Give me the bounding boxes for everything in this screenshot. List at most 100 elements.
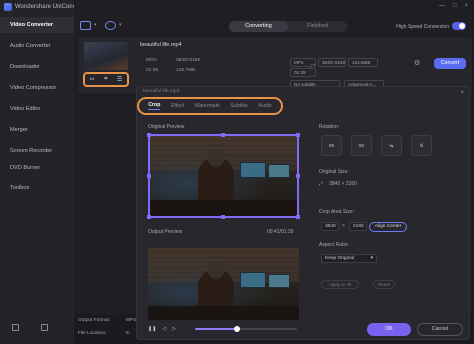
out-size: 124.5MB (348, 58, 378, 67)
scissors-icon[interactable]: ✂ (90, 76, 95, 83)
file-location-label: File Location: (78, 331, 107, 336)
tab-converting[interactable]: Converting (229, 21, 288, 32)
crop-handle[interactable] (221, 215, 225, 219)
add-file-icon[interactable] (80, 21, 91, 30)
out-duration: 01:39 (290, 68, 316, 77)
tab-audio[interactable]: Audio (258, 103, 271, 109)
load-dvd-icon[interactable] (105, 21, 116, 30)
output-preview (148, 248, 299, 320)
sidebar-item-dvd-burner[interactable]: DVD Burner (0, 160, 74, 176)
original-preview (147, 133, 300, 219)
convert-button[interactable]: Convert (434, 58, 466, 69)
chevron-down-icon: ▾ (370, 256, 373, 261)
maximize-icon[interactable]: □ (453, 3, 457, 9)
crop-area-label: Crop Area Size: (319, 209, 355, 215)
dialog-title: beautiful life.mp4 (143, 89, 180, 94)
aspect-ratio-select[interactable]: Keep Original ▾ (321, 254, 377, 263)
reset-button[interactable]: Reset (373, 280, 395, 289)
window-controls: — □ × (439, 3, 468, 9)
tab-effect[interactable]: Effect (171, 103, 184, 109)
resize-icon: ⤢ (319, 181, 324, 187)
crop-handle[interactable] (296, 133, 300, 137)
crop-frame[interactable] (148, 134, 299, 218)
app-logo-icon (4, 3, 12, 11)
align-center-button[interactable]: Align Center (369, 222, 407, 232)
scene-head (208, 262, 224, 279)
crop-handle[interactable] (221, 133, 225, 137)
next-frame-icon[interactable]: ▷ (172, 326, 176, 332)
video-thumbnail[interactable] (84, 42, 128, 70)
book-icon[interactable] (12, 324, 19, 331)
file-name: beautiful life.mp4 (140, 42, 182, 48)
apply-to-all-button[interactable]: Apply to All (321, 280, 359, 289)
high-speed-toggle[interactable] (452, 22, 466, 30)
aspect-ratio-value: Keep Original (325, 256, 355, 261)
sidebar-item-toolbox[interactable]: Toolbox (0, 180, 74, 196)
playback-time: 00:41/01:39 (267, 229, 294, 235)
sidebar-item-audio-converter[interactable]: Audio Converter (0, 38, 74, 54)
aspect-ratio-label: Aspect Ratio: (319, 242, 349, 248)
sidebar-item-merger[interactable]: Merger (0, 122, 74, 138)
original-size-label: Original Size: (319, 169, 349, 175)
close-icon[interactable]: × (464, 3, 468, 9)
edit-tabs: Crop Effect Watermark Subtitle Audio (137, 97, 283, 115)
playback-progress[interactable] (195, 326, 297, 332)
crop-handle[interactable] (296, 215, 300, 219)
crop-handle[interactable] (147, 174, 151, 178)
crop-width-input[interactable]: 3840 (321, 222, 339, 231)
edit-tools-highlight: ✂ ⌗ ☰ (83, 72, 129, 87)
rotation-label: Rotation: (319, 124, 340, 130)
crop-separator: × (342, 223, 345, 229)
cancel-button[interactable]: Cancel (417, 323, 463, 336)
rotate-left-icon: 90 (328, 143, 334, 148)
scene-desk (148, 306, 299, 320)
sidebar-item-screen-recorder[interactable]: Screen Recorder (0, 143, 74, 159)
rotate-right-button[interactable]: 90 (351, 135, 372, 156)
scene-monitor (240, 272, 266, 288)
play-pause-icon[interactable]: ❚❚ (148, 326, 156, 332)
scene-monitor (268, 274, 290, 288)
sidebar-footer (12, 324, 48, 331)
gear-icon[interactable]: ⚙ (414, 59, 420, 67)
flip-vertical-button[interactable]: ⇅ (411, 135, 432, 156)
rotate-left-button[interactable]: 90 (321, 135, 342, 156)
sidebar-item-video-compressor[interactable]: Video Compressor (0, 80, 74, 96)
crop-icon[interactable]: ⌗ (104, 76, 107, 83)
file-location-value[interactable]: E: (126, 331, 131, 336)
crop-handle[interactable] (296, 174, 300, 178)
sidebar-item-video-converter[interactable]: Video Converter (0, 17, 74, 33)
ok-button[interactable]: OK (367, 323, 411, 336)
original-preview-label: Original Preview (148, 124, 185, 130)
rotate-right-icon: 90 (358, 143, 364, 148)
sidebar-item-video-editor[interactable]: Video Editor (0, 101, 74, 117)
tab-finished[interactable]: Finished (288, 21, 347, 32)
out-format[interactable]: MP4 (290, 58, 316, 67)
user-icon[interactable] (41, 324, 48, 331)
prev-frame-icon[interactable]: ◁ (162, 326, 166, 332)
app-window: Wondershare UniConverter Video Converter… (0, 0, 474, 344)
crop-handle[interactable] (147, 215, 151, 219)
chevron-down-icon[interactable]: ▾ (94, 22, 97, 28)
sidebar: Wondershare UniConverter Video Converter… (0, 0, 88, 344)
edit-dialog: beautiful life.mp4 × Crop Effect Waterma… (136, 86, 470, 340)
sidebar-item-downloader[interactable]: Downloader (0, 59, 74, 75)
progress-knob[interactable] (233, 326, 240, 332)
crop-height-input[interactable]: 2160 (349, 222, 367, 231)
src-size: 126.7MB (176, 68, 196, 73)
progress-fill (195, 328, 237, 330)
src-duration: 01:39 (146, 68, 159, 73)
output-preview-label: Output Preview (148, 229, 183, 235)
close-icon[interactable]: × (460, 90, 464, 96)
crop-handle[interactable] (147, 133, 151, 137)
high-speed-label: High Speed Conversion (396, 24, 449, 30)
out-resolution[interactable]: 3840×2160 (318, 58, 346, 67)
list-icon[interactable]: ☰ (117, 76, 122, 83)
chevron-down-icon[interactable]: ▾ (119, 22, 122, 28)
minimize-icon[interactable]: — (439, 3, 445, 9)
tab-watermark[interactable]: Watermark (195, 103, 220, 109)
playback-controls: ❚❚ ◁ ▷ (148, 324, 299, 334)
flip-horizontal-button[interactable]: ⇋ (381, 135, 402, 156)
tab-crop[interactable]: Crop (148, 102, 161, 110)
output-format-value[interactable]: MP4 (126, 318, 136, 323)
tab-subtitle[interactable]: Subtitle (230, 103, 247, 109)
